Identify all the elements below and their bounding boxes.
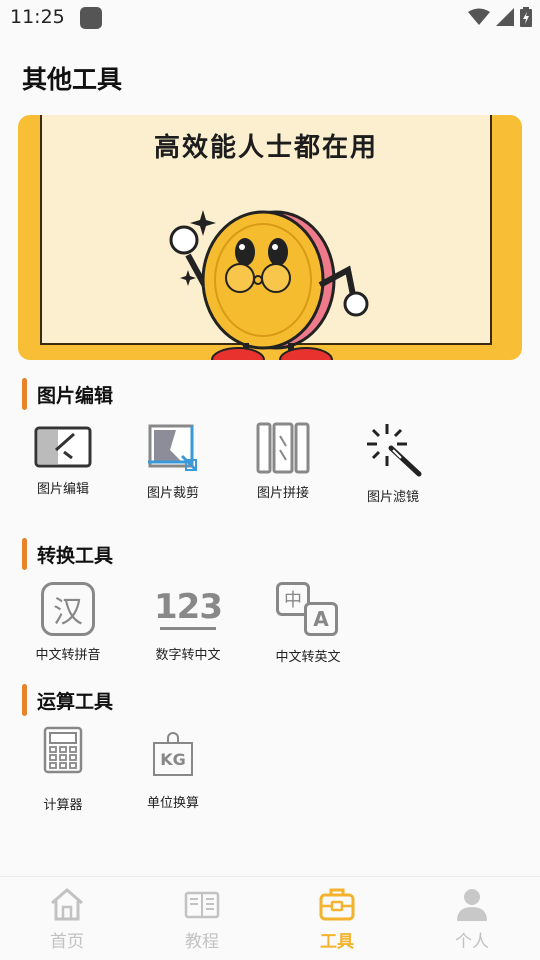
translate-en-glyph: A bbox=[313, 607, 329, 631]
tool-image-crop[interactable]: 图片裁剪 bbox=[118, 422, 228, 501]
coin-mascot-illustration bbox=[169, 210, 369, 360]
tool-label: 计算器 bbox=[43, 798, 83, 813]
tool-label: 数字转中文 bbox=[155, 648, 221, 663]
translate-icon: 中 A bbox=[276, 582, 340, 638]
signal-icon bbox=[496, 8, 514, 26]
tool-unit-conversion[interactable]: KG 单位换算 bbox=[118, 732, 228, 811]
weight-handle bbox=[167, 732, 179, 742]
translate-zh-glyph: 中 bbox=[284, 590, 302, 611]
tool-label: 中文转拼音 bbox=[35, 648, 101, 663]
wifi-icon bbox=[468, 8, 490, 25]
magic-wand-icon bbox=[367, 424, 422, 477]
calculator-icon bbox=[43, 726, 83, 774]
section-image-edit: 图片编辑 bbox=[22, 378, 113, 410]
tool-image-edit[interactable]: 图片编辑 bbox=[8, 422, 118, 497]
tool-calculator[interactable]: 计算器 bbox=[8, 726, 118, 813]
tool-number-to-chinese[interactable]: 123 数字转中文 bbox=[133, 582, 243, 664]
status-bar: 11:25 bbox=[0, 0, 540, 36]
weight-body: KG bbox=[153, 742, 193, 776]
toolbox-icon bbox=[319, 888, 355, 921]
tab-label: 个人 bbox=[455, 932, 489, 952]
status-time: 11:25 bbox=[10, 6, 65, 28]
tab-home[interactable]: 首页 bbox=[17, 887, 117, 952]
kg-glyph: KG bbox=[160, 749, 186, 769]
section-title: 图片编辑 bbox=[37, 384, 114, 407]
section-marker bbox=[22, 684, 27, 716]
tool-label: 图片编辑 bbox=[36, 482, 89, 497]
weight-kg-icon: KG bbox=[151, 732, 195, 778]
page-title: 其他工具 bbox=[22, 65, 123, 94]
section-title: 转换工具 bbox=[37, 544, 114, 567]
battery-icon bbox=[520, 7, 532, 27]
tool-image-stitch[interactable]: 图片拼接 bbox=[228, 422, 338, 501]
number-glyph: 123 bbox=[154, 586, 223, 627]
section-marker bbox=[22, 378, 27, 410]
home-icon bbox=[51, 888, 83, 921]
tool-image-filter[interactable]: 图片滤镜 bbox=[338, 422, 448, 505]
tool-label: 图片拼接 bbox=[256, 486, 309, 501]
section-calc-tools: 运算工具 bbox=[22, 684, 113, 716]
app-notification-icon bbox=[80, 7, 102, 29]
tab-label: 首页 bbox=[50, 932, 84, 952]
image-stitch-icon bbox=[256, 422, 310, 474]
tool-label: 图片滤镜 bbox=[366, 490, 419, 505]
image-edit-icon bbox=[34, 426, 92, 468]
tool-chinese-to-english[interactable]: 中 A 中文转英文 bbox=[253, 582, 363, 665]
tool-label: 单位换算 bbox=[146, 796, 199, 811]
translate-en-box: A bbox=[304, 602, 338, 636]
number-123-icon: 123 bbox=[153, 582, 223, 636]
tab-tutorial[interactable]: 教程 bbox=[152, 887, 252, 952]
banner-headline: 高效能人士都在用 bbox=[153, 133, 378, 163]
status-icons bbox=[468, 7, 532, 27]
tab-label: 工具 bbox=[320, 932, 354, 952]
han-char-icon: 汉 bbox=[41, 582, 95, 636]
section-title: 运算工具 bbox=[37, 690, 114, 713]
tool-label: 图片裁剪 bbox=[146, 486, 199, 501]
han-glyph: 汉 bbox=[53, 595, 83, 630]
section-convert-tools: 转换工具 bbox=[22, 538, 113, 570]
tool-chinese-to-pinyin[interactable]: 汉 中文转拼音 bbox=[13, 582, 123, 663]
tab-tools[interactable]: 工具 bbox=[287, 887, 387, 952]
section-marker bbox=[22, 538, 27, 570]
image-crop-icon bbox=[148, 424, 198, 472]
book-icon bbox=[184, 891, 220, 919]
tab-label: 教程 bbox=[185, 932, 219, 952]
tab-profile[interactable]: 个人 bbox=[422, 887, 522, 952]
underline-bar bbox=[160, 626, 216, 630]
tool-label: 中文转英文 bbox=[275, 650, 341, 665]
bottom-tab-bar: 首页 教程 工具 个人 bbox=[0, 876, 540, 960]
person-icon bbox=[457, 889, 487, 921]
promo-banner[interactable]: 高效能人士都在用 bbox=[18, 115, 522, 360]
